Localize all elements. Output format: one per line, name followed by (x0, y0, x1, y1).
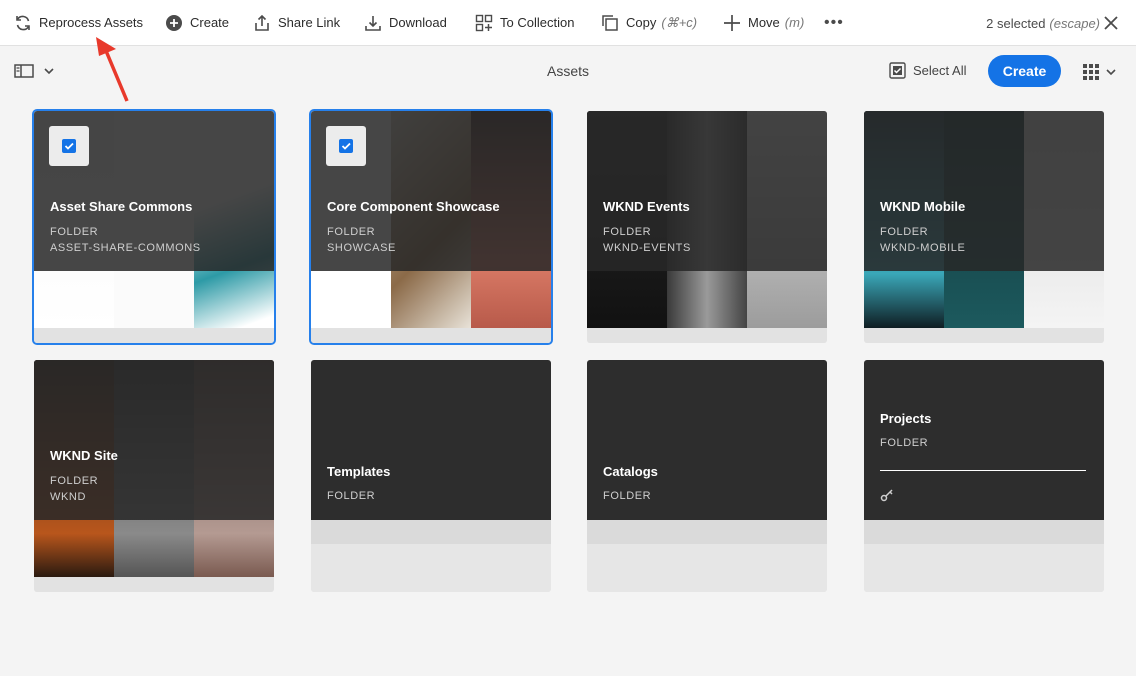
more-actions-button[interactable]: ••• (824, 0, 844, 46)
selection-status: 2 selected (escape) (986, 0, 1100, 46)
card-type: FOLDER (327, 226, 376, 238)
selected-count: 2 selected (986, 15, 1046, 31)
move-shortcut: (m) (784, 15, 805, 30)
copy-button[interactable]: Copy (⌘+c) (601, 0, 697, 46)
move-button[interactable]: Move (m) (723, 0, 804, 46)
to-collection-button[interactable]: To Collection (475, 0, 574, 46)
move-label: Move (748, 15, 780, 30)
grid-view-icon (1083, 64, 1099, 80)
card-footer (587, 328, 827, 343)
refresh-icon (16, 15, 30, 30)
card-type: FOLDER (603, 490, 652, 502)
card-type: FOLDER (50, 226, 99, 238)
add-circle-icon (166, 14, 182, 31)
card-type: FOLDER (327, 490, 376, 502)
card-title: WKND Events (603, 199, 690, 214)
folder-card-projects[interactable]: Projects FOLDER (864, 360, 1104, 592)
card-divider (880, 470, 1086, 471)
card-footer (587, 544, 827, 592)
card-name: WKND-EVENTS (603, 242, 691, 254)
folder-card-templates[interactable]: Templates FOLDER (311, 360, 551, 592)
card-title: Catalogs (603, 464, 658, 479)
move-icon (724, 14, 740, 31)
view-switcher[interactable] (1082, 63, 1120, 81)
select-all-label: Select All (913, 63, 967, 78)
checkmark-icon (339, 139, 353, 153)
share-link-label: Share Link (278, 15, 341, 30)
key-icon (880, 489, 893, 502)
share-icon (255, 14, 269, 31)
card-footer (864, 520, 1104, 544)
to-collection-label: To Collection (500, 15, 575, 30)
chevron-down-icon (44, 68, 54, 75)
card-checkbox[interactable] (326, 126, 366, 166)
folder-thumbnail (864, 111, 1104, 328)
download-label: Download (389, 15, 447, 30)
create-button[interactable]: Create (988, 55, 1061, 87)
card-title: Projects (880, 411, 932, 426)
folder-thumbnail (587, 111, 827, 328)
card-footer (311, 328, 551, 343)
reprocess-assets-label: Reprocess Assets (39, 15, 144, 30)
card-title: Asset Share Commons (50, 199, 193, 214)
share-link-button[interactable]: Share Link (253, 0, 340, 46)
download-icon (365, 15, 381, 31)
rail-toggle[interactable] (14, 63, 56, 79)
card-title: WKND Mobile (880, 199, 966, 214)
card-footer (864, 328, 1104, 343)
card-footer (311, 520, 551, 544)
folder-card-asset-share-commons[interactable]: Asset Share Commons FOLDER ASSET-SHARE-C… (32, 109, 276, 345)
annotation-arrow-icon (96, 37, 129, 102)
copy-label: Copy (626, 15, 657, 30)
card-name: SHOWCASE (327, 242, 396, 254)
sidebar-icon (14, 64, 34, 78)
card-footer (864, 544, 1104, 592)
chevron-down-icon (1106, 69, 1116, 76)
checkmark-icon (62, 139, 76, 153)
card-footer (34, 577, 274, 592)
folder-card-wknd-site[interactable]: WKND Site FOLDER WKND (34, 360, 274, 592)
close-icon[interactable] (1102, 14, 1120, 32)
download-button[interactable]: Download (364, 0, 447, 46)
create-menu-button[interactable]: Create (165, 0, 229, 46)
folder-card-catalogs[interactable]: Catalogs FOLDER (587, 360, 827, 592)
copy-shortcut: (⌘+c) (661, 14, 698, 30)
card-title: Core Component Showcase (327, 199, 500, 214)
collection-add-icon (475, 14, 493, 31)
card-type: FOLDER (50, 475, 99, 487)
folder-card-core-component-showcase[interactable]: Core Component Showcase FOLDER SHOWCASE (309, 109, 553, 345)
escape-hint: (escape) (1049, 15, 1100, 31)
card-type: FOLDER (603, 226, 652, 238)
card-name: ASSET-SHARE-COMMONS (50, 242, 201, 254)
create-menu-label: Create (190, 15, 230, 30)
select-all-button[interactable]: Select All (889, 62, 966, 79)
card-footer (587, 520, 827, 544)
card-name: WKND-MOBILE (880, 242, 966, 254)
card-name: WKND (50, 491, 87, 503)
content-header: Assets Select All Create (0, 47, 1136, 95)
folder-thumbnail (34, 360, 274, 577)
card-type: FOLDER (880, 226, 929, 238)
card-checkbox[interactable] (49, 126, 89, 166)
folder-card-wknd-events[interactable]: WKND Events FOLDER WKND-EVENTS (587, 111, 827, 343)
card-type: FOLDER (880, 437, 929, 449)
action-bar: Reprocess Assets Create Share Link Downl… (0, 0, 1136, 46)
card-title: WKND Site (50, 448, 118, 463)
copy-icon (602, 14, 618, 31)
folder-card-wknd-mobile[interactable]: WKND Mobile FOLDER WKND-MOBILE (864, 111, 1104, 343)
card-footer (311, 544, 551, 592)
card-footer (34, 328, 274, 343)
select-all-icon (889, 62, 906, 79)
card-title: Templates (327, 464, 391, 479)
